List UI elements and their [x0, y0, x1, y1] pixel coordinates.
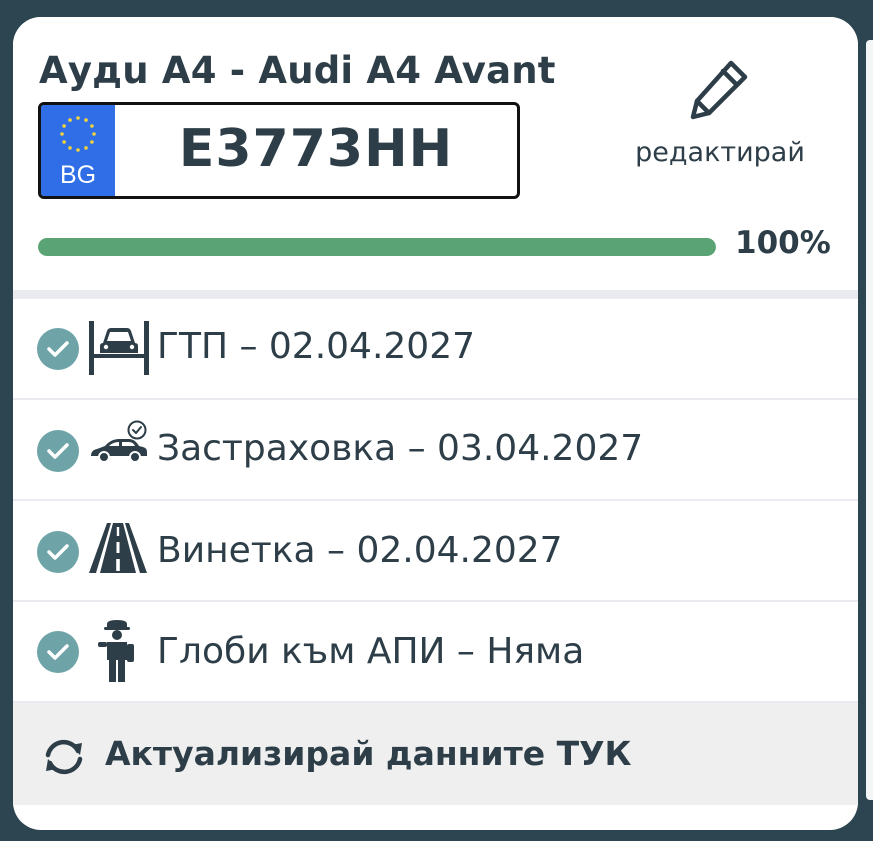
eu-stars-icon [60, 116, 96, 152]
license-plate: BG E3773HH [38, 102, 520, 199]
plate-number: E3773HH [178, 119, 454, 179]
refresh-label: Актуализирай данните ТУК [105, 734, 632, 773]
highway-vignette-icon [89, 523, 147, 573]
car-insurance-icon [91, 420, 147, 463]
progress-percent: 100% [735, 225, 831, 261]
vehicle-card: Аyдu A4 - Audi A4 Avant BG E3773HH редак… [13, 17, 858, 830]
progress-bar [38, 238, 716, 256]
refresh-data-button[interactable]: Актуализирай данните ТУК [13, 703, 858, 805]
status-row-insurance[interactable]: Застраховка – 03.04.2027 [13, 400, 858, 501]
status-text: ГТП – 02.04.2027 [157, 326, 476, 367]
plate-country-code: BG [59, 161, 97, 189]
edit-button[interactable]: редактирай [609, 51, 831, 201]
status-row-inspection[interactable]: ГТП – 02.04.2027 [13, 299, 858, 400]
plate-eu-band: BG [41, 105, 115, 196]
status-text: Застраховка – 03.04.2027 [157, 428, 644, 469]
check-icon [37, 531, 79, 573]
check-icon [37, 328, 79, 370]
vehicle-title: Аyдu A4 - Audi A4 Avant [39, 49, 556, 92]
status-row-fines[interactable]: Глоби към АПИ – Няма [13, 602, 858, 703]
progress-fill [38, 238, 716, 256]
traffic-police-icon [98, 620, 134, 682]
section-divider [13, 290, 858, 299]
status-text: Глоби към АПИ – Няма [157, 631, 585, 672]
status-text: Винетка – 02.04.2027 [157, 530, 563, 571]
check-icon [37, 631, 79, 673]
edit-label: редактирай [635, 137, 805, 168]
refresh-icon [45, 739, 83, 775]
next-card-edge [866, 40, 873, 800]
check-icon [37, 430, 79, 472]
pencil-icon [690, 60, 748, 120]
status-row-vignette[interactable]: Винетка – 02.04.2027 [13, 501, 858, 602]
vehicle-header: Аyдu A4 - Audi A4 Avant BG E3773HH редак… [13, 17, 858, 290]
car-inspection-icon [89, 321, 149, 375]
